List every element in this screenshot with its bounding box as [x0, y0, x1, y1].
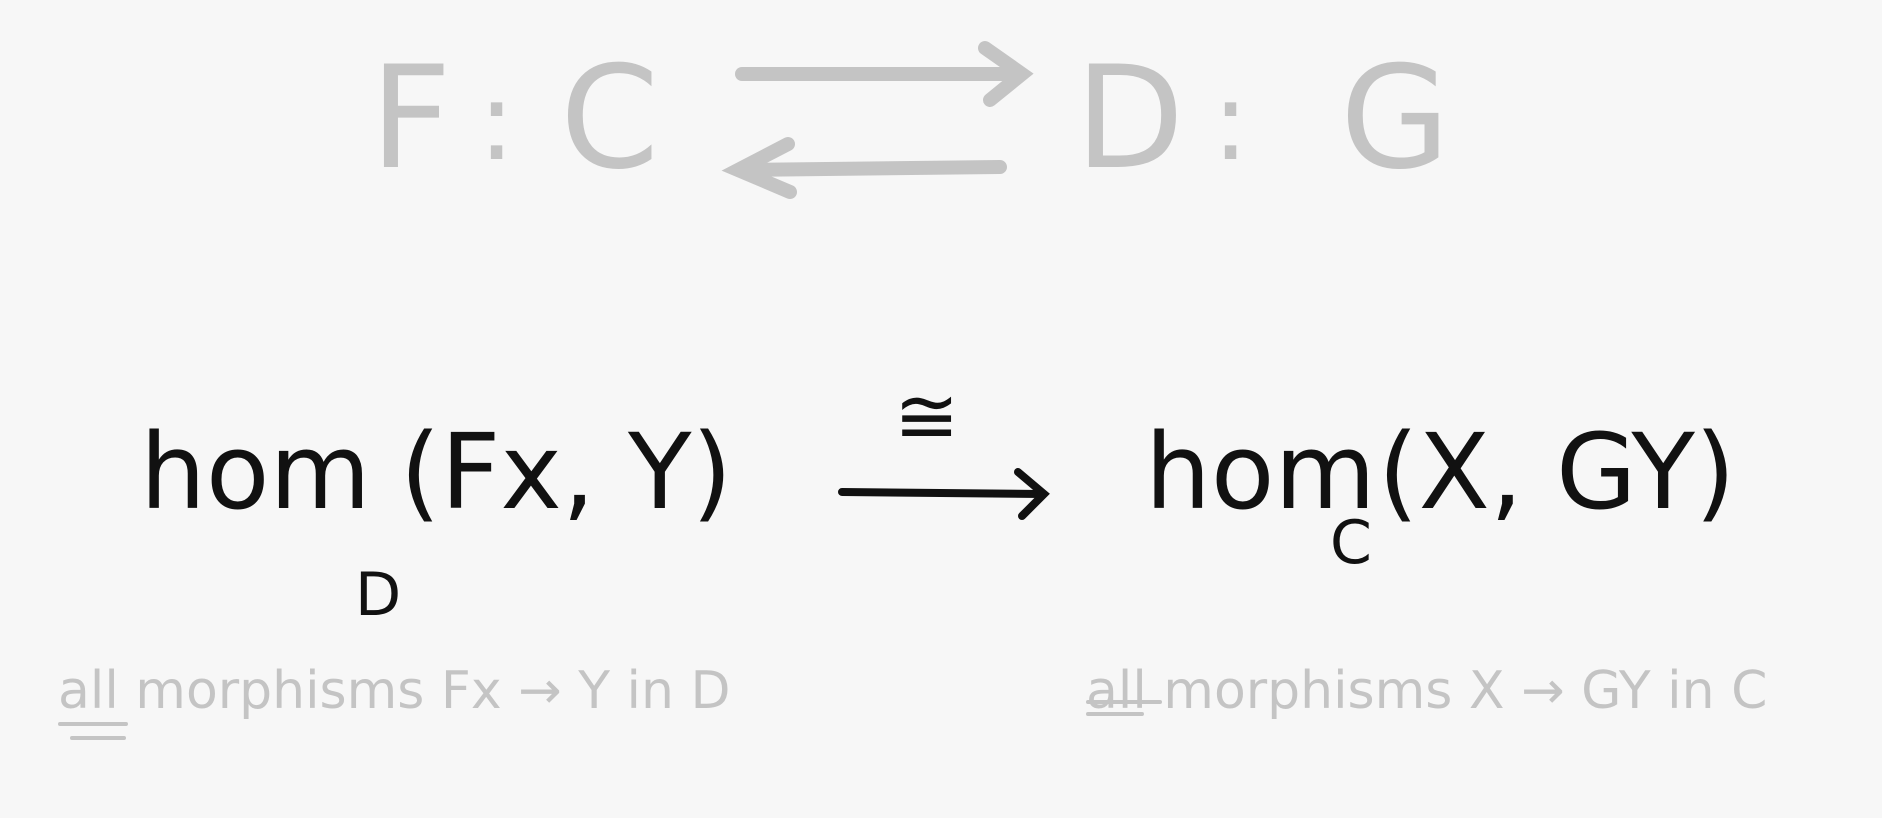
left-caption-underline-2 — [70, 736, 126, 740]
right-caption-underline-1 — [1086, 700, 1162, 704]
left-caption: all morphisms Fx → Y in D — [58, 665, 731, 717]
backward-arrow — [721, 137, 1007, 199]
left-caption-rest: morphisms Fx → Y in D — [135, 661, 731, 721]
isomorphism-symbol: ≅ — [894, 372, 960, 462]
target-category-label: D — [1075, 36, 1187, 201]
hom-d-arguments: (Fx, Y) — [400, 411, 733, 533]
adjunction-diagram: F : C D : G hom D (Fx, Y) ≅ hom C (X, GY… — [0, 0, 1882, 818]
left-caption-underline-1 — [58, 722, 128, 726]
hom-c-arguments: (X, GY) — [1378, 411, 1736, 533]
hom-c-subscript: C — [1330, 508, 1372, 578]
left-caption-all: all — [58, 661, 119, 721]
colon-right: : — [1212, 57, 1252, 185]
right-caption-underline-2 — [1086, 712, 1144, 716]
forward-arrow — [735, 41, 1034, 107]
right-functor-label: G — [1340, 36, 1453, 201]
iso-arrow — [838, 468, 1050, 520]
hom-d-label: hom — [140, 411, 371, 533]
right-caption: all morphisms X → GY in C — [1086, 665, 1767, 717]
right-caption-rest: morphisms X → GY in C — [1163, 661, 1768, 721]
hom-d-subscript: D — [355, 560, 402, 630]
